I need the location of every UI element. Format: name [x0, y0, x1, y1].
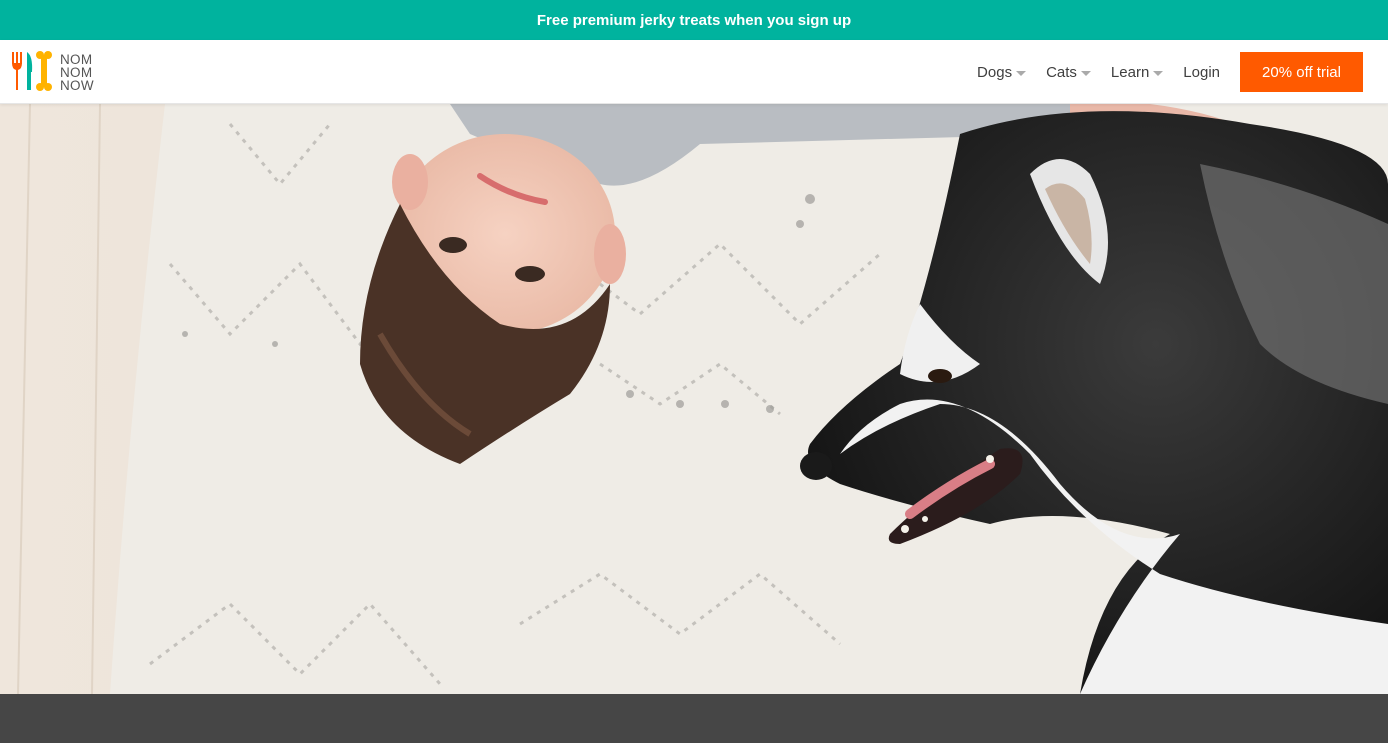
nav-item-learn-label: Learn [1110, 63, 1150, 81]
logo-utensils-icon [12, 51, 52, 91]
nav-item-dogs-label: Dogs [977, 63, 1013, 81]
nav-item-learn[interactable]: Learn [1110, 63, 1164, 81]
main-nav: Dogs Cats Learn Login 20% off trial [977, 52, 1363, 92]
logo-line-2: NOM [60, 64, 93, 80]
login-link[interactable]: Login [1183, 64, 1220, 81]
logo-line-3: NOW [60, 77, 94, 93]
chevron-down-icon [1153, 70, 1164, 76]
nav-item-dogs[interactable]: Dogs [977, 63, 1027, 81]
site-header: NOM NOM NOW Dogs Cats Learn Login 20% of… [0, 40, 1388, 104]
promo-banner[interactable]: Free premium jerky treats when you sign … [0, 0, 1388, 40]
brand-logo[interactable]: NOM NOM NOW [10, 50, 110, 94]
nav-item-cats-label: Cats [1046, 63, 1077, 81]
chevron-down-icon [1016, 70, 1027, 76]
logo-wordmark: NOM NOM NOW [60, 51, 94, 93]
hero-image [0, 104, 1388, 694]
chevron-down-icon [1080, 70, 1091, 76]
promo-banner-text: Free premium jerky treats when you sign … [536, 11, 852, 29]
nav-item-cats[interactable]: Cats [1046, 64, 1091, 81]
hero-photo-illustration [0, 104, 1388, 694]
trial-cta-button[interactable]: 20% off trial [1240, 52, 1363, 92]
logo-line-1: NOM [60, 51, 93, 67]
dark-section-band [0, 694, 1388, 743]
